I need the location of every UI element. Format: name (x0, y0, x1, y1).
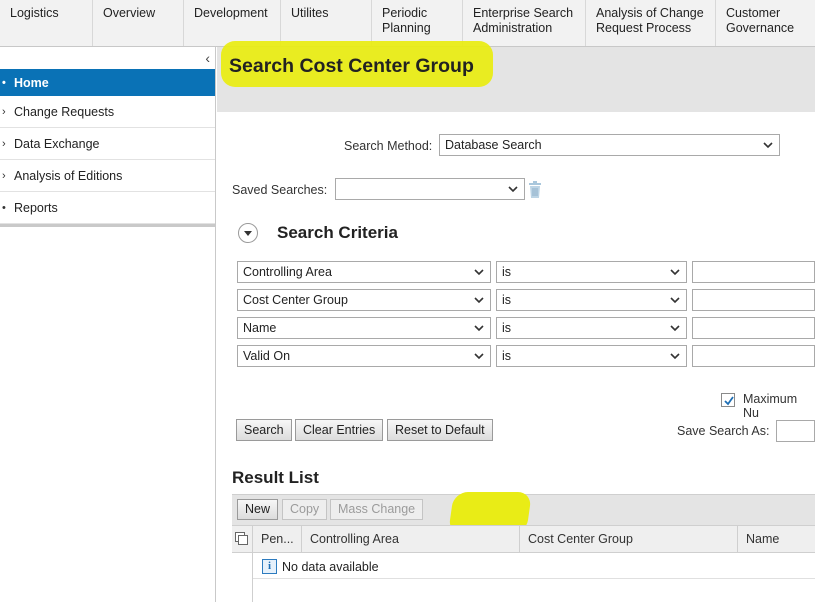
save-search-as-input[interactable] (776, 420, 815, 442)
chevron-down-icon (474, 325, 484, 332)
save-search-as-label: Save Search As: (677, 424, 770, 438)
saved-searches-select[interactable] (335, 178, 525, 200)
chevron-down-icon (670, 353, 680, 360)
row-selector-gutter (232, 553, 253, 602)
chevron-down-icon (474, 297, 484, 304)
chevron-down-icon (474, 269, 484, 276)
chevron-right-icon: › (2, 137, 6, 150)
chevron-left-icon[interactable]: ‹ (205, 50, 210, 66)
tab-periodic-planning[interactable]: Periodic Planning (372, 0, 463, 46)
criteria-field-value: Name (243, 321, 277, 335)
chevron-down-icon (763, 142, 773, 149)
criteria-value-input[interactable] (692, 261, 815, 283)
clear-entries-button[interactable]: Clear Entries (295, 419, 384, 441)
search-criteria-title: Search Criteria (277, 223, 398, 242)
sidebar-item-label: Change Requests (14, 104, 115, 119)
bullet-icon: • (2, 201, 6, 214)
sidebar: ‹ • Home › Change Requests › Data Exchan… (0, 47, 216, 602)
sidebar-item-label: Home (14, 75, 49, 90)
criteria-operator-value: is (502, 321, 512, 335)
reset-to-default-button[interactable]: Reset to Default (387, 419, 493, 441)
search-panel: Search Method: Database Search Saved Sea… (217, 112, 815, 602)
criteria-field-value: Cost Center Group (243, 293, 348, 307)
tab-overview[interactable]: Overview (93, 0, 184, 46)
sidebar-item-reports[interactable]: • Reports (0, 192, 215, 224)
sidebar-divider (0, 224, 215, 227)
page-header: Search Cost Center Group (217, 41, 815, 112)
new-button[interactable]: New (237, 499, 279, 520)
row-divider (253, 578, 815, 579)
search-method-label: Search Method: (344, 139, 433, 153)
tab-development[interactable]: Development (184, 0, 281, 46)
criteria-field-select[interactable]: Name (237, 317, 491, 339)
tab-enterprise-search-administration[interactable]: Enterprise Search Administration (463, 0, 586, 46)
column-header-name[interactable]: Name (738, 526, 815, 552)
criteria-value-input[interactable] (692, 289, 815, 311)
chevron-down-icon (670, 325, 680, 332)
criteria-value-input[interactable] (692, 317, 815, 339)
chevron-down-icon (670, 297, 680, 304)
search-method-value: Database Search (445, 138, 542, 152)
search-method-select[interactable]: Database Search (439, 134, 780, 156)
criteria-operator-value: is (502, 349, 512, 363)
column-header-cost-center-group[interactable]: Cost Center Group (520, 526, 738, 552)
criteria-field-select[interactable]: Cost Center Group (237, 289, 491, 311)
collapse-section-button[interactable] (238, 223, 258, 243)
chevron-right-icon: › (2, 105, 6, 118)
sidebar-item-data-exchange[interactable]: › Data Exchange (0, 128, 215, 160)
bullet-icon: • (2, 76, 6, 89)
triangle-down-icon (244, 231, 252, 236)
criteria-operator-select[interactable]: is (496, 345, 687, 367)
page-title: Search Cost Center Group (229, 55, 474, 77)
chevron-down-icon (474, 353, 484, 360)
maximum-number-label: Maximum Nu (743, 392, 798, 420)
info-icon: i (262, 559, 277, 574)
top-navigation: Logistics Overview Development Utilites … (0, 0, 815, 47)
chevron-down-icon (670, 269, 680, 276)
search-button[interactable]: Search (236, 419, 292, 441)
tab-logistics[interactable]: Logistics (0, 0, 93, 46)
tab-analysis-of-change-request-process[interactable]: Analysis of Change Request Process (586, 0, 716, 46)
criteria-field-select[interactable]: Valid On (237, 345, 491, 367)
criteria-operator-select[interactable]: is (496, 261, 687, 283)
criteria-field-value: Controlling Area (243, 265, 332, 279)
criteria-operator-select[interactable]: is (496, 289, 687, 311)
criteria-operator-select[interactable]: is (496, 317, 687, 339)
tab-customer-governance[interactable]: Customer Governance (716, 0, 815, 46)
trash-icon[interactable] (528, 181, 542, 198)
sidebar-item-change-requests[interactable]: › Change Requests (0, 96, 215, 128)
result-list-title: Result List (232, 468, 319, 487)
sidebar-item-analysis-of-editions[interactable]: › Analysis of Editions (0, 160, 215, 192)
criteria-field-select[interactable]: Controlling Area (237, 261, 491, 283)
criteria-value-input[interactable] (692, 345, 815, 367)
maximum-number-checkbox[interactable] (721, 393, 735, 407)
sidebar-item-label: Analysis of Editions (14, 168, 123, 183)
mass-change-button[interactable]: Mass Change (330, 499, 424, 520)
checkmark-icon (724, 396, 734, 406)
column-header-controlling-area[interactable]: Controlling Area (302, 526, 520, 552)
no-data-text: No data available (282, 559, 379, 574)
criteria-field-value: Valid On (243, 349, 291, 363)
sidebar-item-home[interactable]: • Home (0, 69, 215, 96)
chevron-right-icon: › (2, 169, 6, 182)
sidebar-collapse-row: ‹ (0, 47, 215, 69)
sidebar-item-label: Reports (14, 200, 58, 215)
tab-utilites[interactable]: Utilites (281, 0, 372, 46)
select-all-icon[interactable] (232, 526, 253, 552)
copy-button[interactable]: Copy (282, 499, 328, 520)
chevron-down-icon (508, 186, 518, 193)
result-grid-header: Pen... Controlling Area Cost Center Grou… (232, 525, 815, 553)
column-header-pending[interactable]: Pen... (253, 526, 302, 552)
no-data-message: i No data available (262, 559, 379, 574)
sidebar-item-label: Data Exchange (14, 136, 100, 151)
saved-searches-label: Saved Searches: (232, 183, 328, 197)
criteria-operator-value: is (502, 265, 512, 279)
criteria-operator-value: is (502, 293, 512, 307)
